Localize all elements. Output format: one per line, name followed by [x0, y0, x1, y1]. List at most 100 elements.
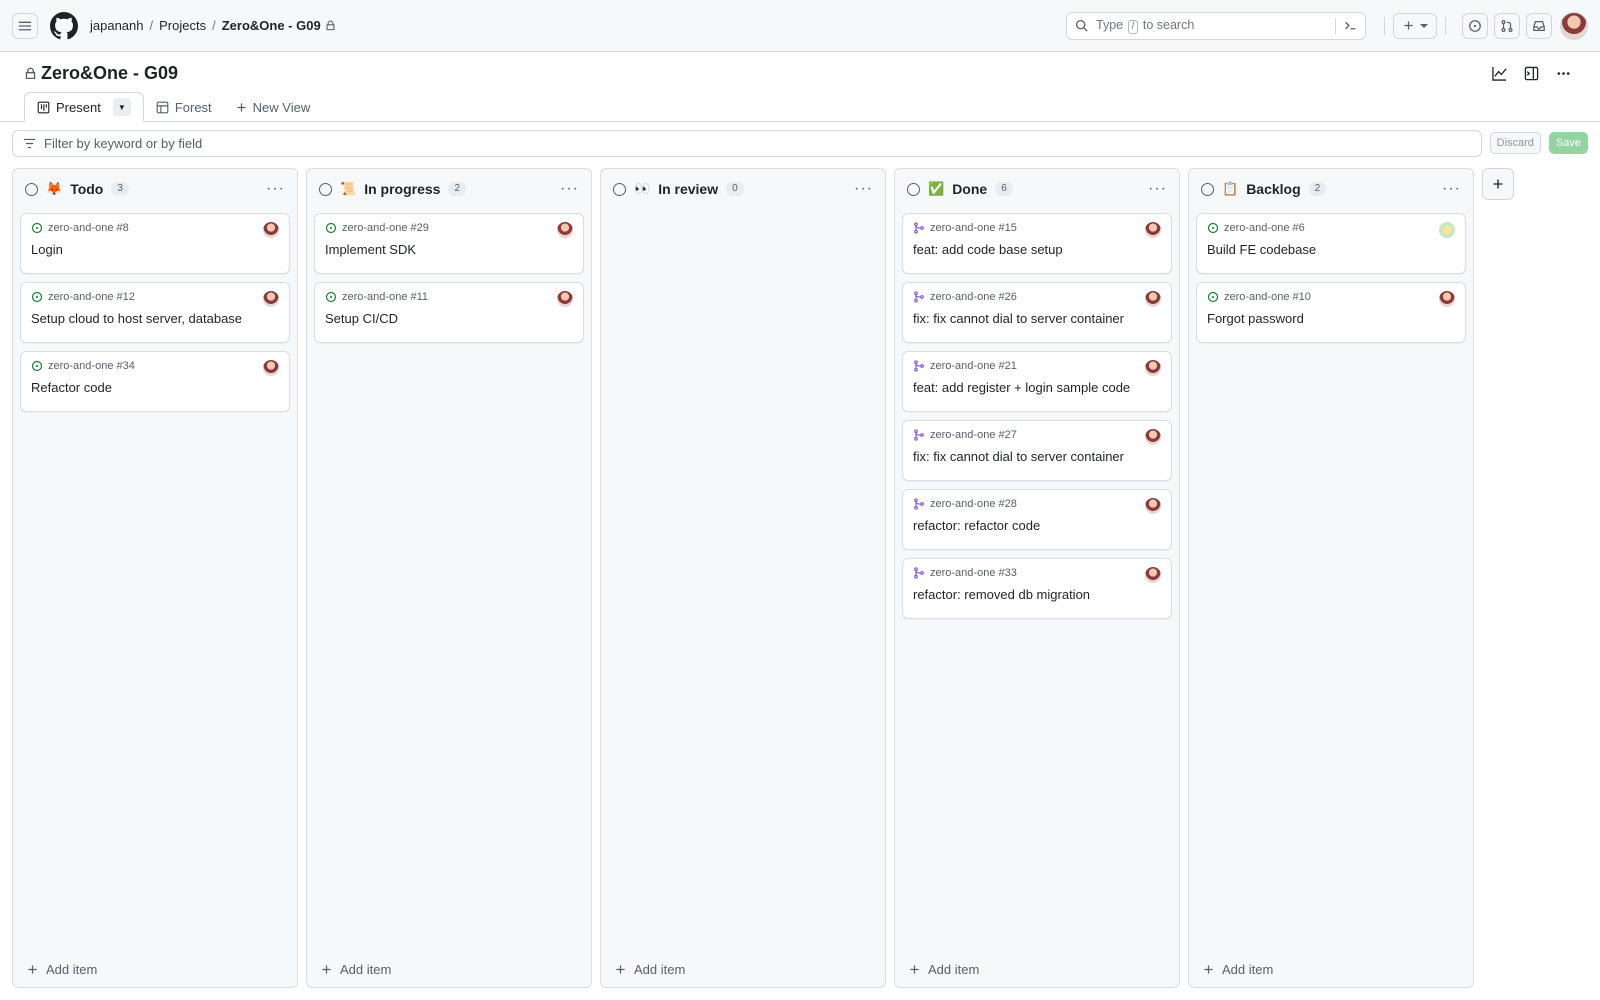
assignee-avatar[interactable] — [1439, 291, 1455, 307]
tab-new-view[interactable]: New View — [224, 92, 323, 122]
card-title[interactable]: fix: fix cannot dial to server container — [913, 449, 1161, 464]
board-card[interactable]: zero-and-one #11 Setup CI/CD — [314, 282, 584, 343]
card-ref[interactable]: zero-and-one #21 — [930, 360, 1017, 372]
card-title[interactable]: refactor: refactor code — [913, 518, 1161, 533]
github-logo-icon[interactable] — [50, 11, 78, 40]
caret-down-icon — [1419, 23, 1428, 28]
card-meta: zero-and-one #21 — [913, 360, 1161, 372]
column-status-icon — [319, 182, 332, 196]
plus-icon — [616, 965, 625, 974]
tab-present[interactable]: Present ▼ — [24, 92, 144, 122]
card-meta: zero-and-one #8 — [31, 222, 279, 234]
git-pull-request-icon — [1501, 19, 1513, 32]
card-title[interactable]: fix: fix cannot dial to server container — [913, 311, 1161, 326]
card-ref[interactable]: zero-and-one #11 — [342, 291, 428, 303]
command-palette-icon[interactable] — [1344, 19, 1357, 32]
card-ref[interactable]: zero-and-one #15 — [930, 222, 1017, 234]
assignee-avatar[interactable] — [1145, 429, 1161, 445]
board-card[interactable]: zero-and-one #29 Implement SDK — [314, 213, 584, 274]
search-input[interactable]: Type / to search — [1066, 11, 1366, 40]
column-emoji: ✅ — [928, 181, 945, 196]
add-item-button[interactable]: Add item — [27, 962, 97, 977]
card-title[interactable]: Setup CI/CD — [325, 311, 573, 326]
tab-forest[interactable]: Forest — [144, 92, 224, 122]
column-menu-button[interactable]: ··· — [266, 180, 285, 198]
add-item-button[interactable]: Add item — [1203, 962, 1273, 977]
card-ref[interactable]: zero-and-one #27 — [930, 429, 1017, 441]
assignee-avatar[interactable] — [263, 360, 279, 376]
issue-opened-icon — [1207, 222, 1219, 234]
card-title[interactable]: Build FE codebase — [1207, 242, 1455, 257]
card-ref[interactable]: zero-and-one #12 — [48, 291, 135, 303]
assignee-avatar[interactable] — [1439, 222, 1455, 238]
card-ref[interactable]: zero-and-one #33 — [930, 567, 1017, 579]
assignee-avatar[interactable] — [1145, 567, 1161, 583]
tab-label: Present — [56, 99, 101, 115]
breadcrumb-projects[interactable]: Projects — [159, 18, 206, 33]
assignee-avatar[interactable] — [263, 222, 279, 238]
search-icon — [1075, 19, 1088, 32]
add-item-button[interactable]: Add item — [909, 962, 979, 977]
assignee-avatar[interactable] — [557, 222, 573, 238]
board-card[interactable]: zero-and-one #27 fix: fix cannot dial to … — [902, 420, 1172, 481]
add-item-button[interactable]: Add item — [321, 962, 391, 977]
project-menu-button[interactable] — [1550, 60, 1576, 86]
tab-options-button[interactable]: ▼ — [112, 98, 131, 116]
filter-input[interactable]: Filter by keyword or by field — [12, 129, 1482, 157]
card-title[interactable]: Forgot password — [1207, 311, 1455, 326]
column-count: 2 — [1308, 182, 1327, 196]
board-card[interactable]: zero-and-one #28 refactor: refactor code — [902, 489, 1172, 550]
save-button[interactable]: Save — [1548, 132, 1588, 154]
column-menu-button[interactable]: ··· — [1148, 180, 1167, 198]
card-ref[interactable]: zero-and-one #26 — [930, 291, 1017, 303]
column-menu-button[interactable]: ··· — [854, 180, 873, 198]
assignee-avatar[interactable] — [263, 291, 279, 307]
create-new-button[interactable] — [1393, 12, 1437, 39]
board-card[interactable]: zero-and-one #10 Forgot password — [1196, 282, 1466, 343]
assignee-avatar[interactable] — [557, 291, 573, 307]
card-ref[interactable]: zero-and-one #8 — [48, 222, 129, 234]
card-title[interactable]: refactor: removed db migration — [913, 587, 1161, 602]
column-menu-button[interactable]: ··· — [560, 180, 579, 198]
board-card[interactable]: zero-and-one #26 fix: fix cannot dial to … — [902, 282, 1172, 343]
discard-button[interactable]: Discard — [1489, 132, 1541, 154]
side-panel-button[interactable] — [1518, 60, 1544, 86]
card-title[interactable]: Setup cloud to host server, database — [31, 311, 279, 326]
card-ref[interactable]: zero-and-one #34 — [48, 360, 135, 372]
add-item-label: Add item — [928, 962, 980, 977]
breadcrumb-project[interactable]: Zero&One - G09 — [222, 18, 336, 33]
board-card[interactable]: zero-and-one #21 feat: add register + log… — [902, 351, 1172, 412]
card-ref[interactable]: zero-and-one #28 — [930, 498, 1017, 510]
user-avatar[interactable] — [1560, 11, 1588, 40]
card-title[interactable]: Login — [31, 242, 279, 257]
assignee-avatar[interactable] — [1145, 291, 1161, 307]
column-menu-button[interactable]: ··· — [1442, 180, 1461, 198]
card-meta: zero-and-one #29 — [325, 222, 573, 234]
card-title[interactable]: Implement SDK — [325, 242, 573, 257]
board-column: 📜 In progress 2 ··· zero-and-one #29 Implemen… — [306, 168, 592, 988]
inbox-button[interactable] — [1526, 12, 1552, 39]
board-card[interactable]: zero-and-one #34 Refactor code — [20, 351, 290, 412]
assignee-avatar[interactable] — [1145, 360, 1161, 376]
issues-button[interactable] — [1462, 12, 1488, 39]
breadcrumb-user[interactable]: japananh — [90, 18, 144, 33]
pull-requests-button[interactable] — [1494, 12, 1520, 39]
card-ref[interactable]: zero-and-one #29 — [342, 222, 429, 234]
card-title[interactable]: feat: add code base setup — [913, 242, 1161, 257]
board-card[interactable]: zero-and-one #12 Setup cloud to host serv… — [20, 282, 290, 343]
assignee-avatar[interactable] — [1145, 498, 1161, 514]
assignee-avatar[interactable] — [1145, 222, 1161, 238]
card-ref[interactable]: zero-and-one #6 — [1224, 222, 1305, 234]
card-title[interactable]: feat: add register + login sample code — [913, 380, 1161, 395]
project-title[interactable]: Zero&One - G09 — [41, 63, 178, 84]
card-ref[interactable]: zero-and-one #10 — [1224, 291, 1311, 303]
card-title[interactable]: Refactor code — [31, 380, 279, 395]
insights-button[interactable] — [1486, 60, 1512, 86]
menu-button[interactable] — [12, 12, 38, 39]
board-card[interactable]: zero-and-one #15 feat: add code base setu… — [902, 213, 1172, 274]
board-card[interactable]: zero-and-one #33 refactor: removed db mig… — [902, 558, 1172, 619]
board-card[interactable]: zero-and-one #6 Build FE codebase — [1196, 213, 1466, 274]
add-item-button[interactable]: Add item — [615, 962, 685, 977]
add-column-button[interactable] — [1482, 168, 1514, 200]
board-card[interactable]: zero-and-one #8 Login — [20, 213, 290, 274]
